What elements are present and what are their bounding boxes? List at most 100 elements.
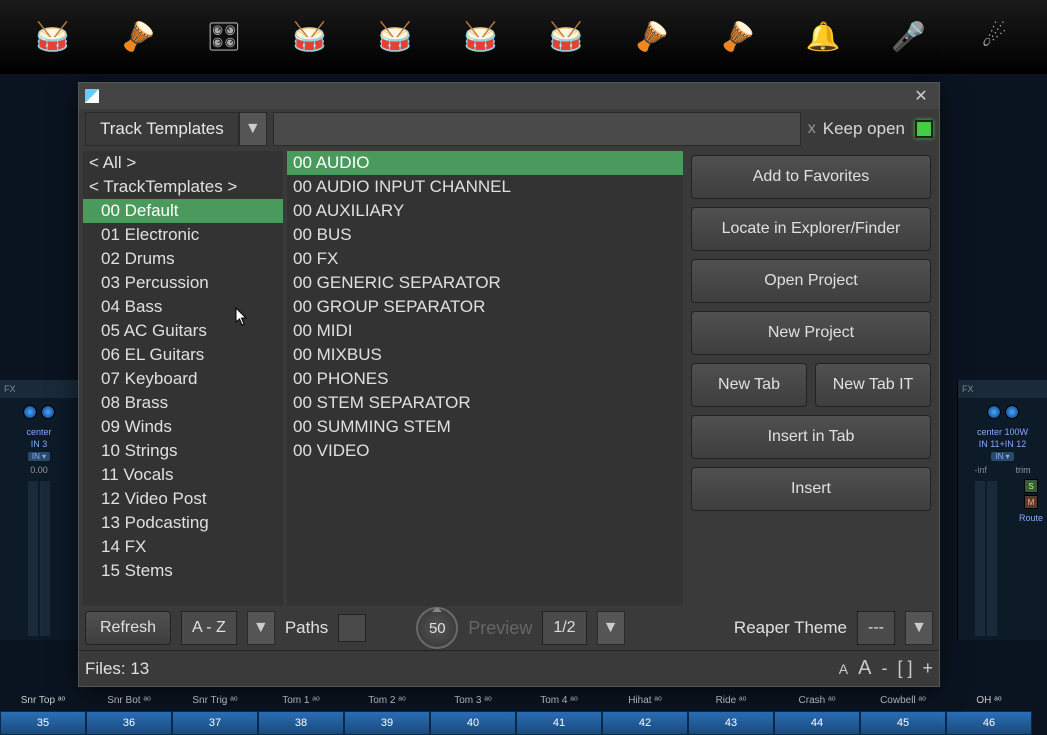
new-tab-button[interactable]: New Tab	[691, 363, 807, 407]
fader[interactable]	[28, 481, 38, 636]
template-row[interactable]: 00 MIXBUS	[287, 343, 683, 367]
instrument-4[interactable]: 🥁	[360, 12, 430, 62]
chevron-down-icon[interactable]: ▼	[247, 611, 275, 645]
instrument-9[interactable]: 🔔	[788, 12, 858, 62]
template-row[interactable]: 00 GENERIC SEPARATOR	[287, 271, 683, 295]
new-project-button[interactable]: New Project	[691, 311, 931, 355]
type-selector[interactable]: Track Templates	[85, 112, 239, 146]
track-label: Ride ᵃᵒ	[688, 695, 774, 711]
chevron-down-icon[interactable]: ▼	[597, 611, 625, 645]
track-number[interactable]: 35	[0, 711, 86, 735]
category-row[interactable]: 12 Video Post	[83, 487, 283, 511]
fraction-selector[interactable]: 1/2	[542, 611, 586, 645]
template-panel[interactable]: 00 AUDIO00 AUDIO INPUT CHANNEL00 AUXILIA…	[287, 151, 683, 606]
category-row[interactable]: 11 Vocals	[83, 463, 283, 487]
font-small-button[interactable]: A	[839, 661, 848, 677]
track-number[interactable]: 36	[86, 711, 172, 735]
dialog-titlebar[interactable]: ✕	[79, 83, 939, 109]
mute-button[interactable]: M	[1024, 495, 1038, 509]
fader[interactable]	[975, 481, 985, 636]
gain-knob[interactable]	[41, 405, 55, 419]
category-row[interactable]: 09 Winds	[83, 415, 283, 439]
template-row[interactable]: 00 AUDIO	[287, 151, 683, 175]
insert-button[interactable]: Insert	[691, 467, 931, 511]
fx-label[interactable]: FX	[0, 380, 78, 398]
category-row[interactable]: 02 Drums	[83, 247, 283, 271]
chevron-down-icon[interactable]: ▼	[239, 112, 267, 146]
instrument-10[interactable]: 🎤	[874, 12, 944, 62]
track-number[interactable]: 40	[430, 711, 516, 735]
pan-knob[interactable]	[23, 405, 37, 419]
template-row[interactable]: 00 BUS	[287, 223, 683, 247]
category-row[interactable]: < All >	[83, 151, 283, 175]
keep-open-toggle[interactable]: Keep open	[823, 119, 933, 139]
open-project-button[interactable]: Open Project	[691, 259, 931, 303]
add-favorites-button[interactable]: Add to Favorites	[691, 155, 931, 199]
category-row[interactable]: 14 FX	[83, 535, 283, 559]
chevron-down-icon[interactable]: ▼	[905, 611, 933, 645]
paths-checkbox[interactable]	[338, 614, 366, 642]
track-number[interactable]: 44	[774, 711, 860, 735]
input-selector[interactable]: IN ▾	[28, 452, 50, 461]
template-row[interactable]: 00 VIDEO	[287, 439, 683, 463]
category-row[interactable]: 13 Podcasting	[83, 511, 283, 535]
track-number[interactable]: 41	[516, 711, 602, 735]
template-row[interactable]: 00 PHONES	[287, 367, 683, 391]
instrument-5[interactable]: 🥁	[446, 12, 516, 62]
category-row[interactable]: 05 AC Guitars	[83, 319, 283, 343]
locate-button[interactable]: Locate in Explorer/Finder	[691, 207, 931, 251]
search-input[interactable]	[273, 112, 801, 146]
template-row[interactable]: 00 FX	[287, 247, 683, 271]
category-row[interactable]: < TrackTemplates >	[83, 175, 283, 199]
instrument-7[interactable]: 🪘	[617, 12, 687, 62]
category-row[interactable]: 01 Electronic	[83, 223, 283, 247]
category-panel[interactable]: < All >< TrackTemplates >00 Default01 El…	[83, 151, 283, 606]
template-row[interactable]: 00 SUMMING STEM	[287, 415, 683, 439]
track-number[interactable]: 38	[258, 711, 344, 735]
template-row[interactable]: 00 STEM SEPARATOR	[287, 391, 683, 415]
track-number[interactable]: 39	[344, 711, 430, 735]
category-row[interactable]: 08 Brass	[83, 391, 283, 415]
track-number[interactable]: 43	[688, 711, 774, 735]
instrument-0[interactable]: 🥁	[18, 12, 88, 62]
sort-selector[interactable]: A - Z	[181, 611, 237, 645]
track-number[interactable]: 37	[172, 711, 258, 735]
category-row[interactable]: 03 Percussion	[83, 271, 283, 295]
zoom-out-button[interactable]: -	[881, 658, 887, 679]
category-row[interactable]: 06 EL Guitars	[83, 343, 283, 367]
track-number[interactable]: 42	[602, 711, 688, 735]
template-row[interactable]: 00 GROUP SEPARATOR	[287, 295, 683, 319]
instrument-3[interactable]: 🥁	[275, 12, 345, 62]
brackets-button[interactable]: [ ]	[897, 658, 912, 679]
zoom-in-button[interactable]: +	[922, 658, 933, 679]
category-row[interactable]: 15 Stems	[83, 559, 283, 583]
template-row[interactable]: 00 AUDIO INPUT CHANNEL	[287, 175, 683, 199]
solo-button[interactable]: S	[1024, 479, 1038, 493]
instrument-11[interactable]: ☄	[959, 12, 1029, 62]
instrument-1[interactable]: 🪘	[103, 12, 173, 62]
theme-selector[interactable]: ---	[857, 611, 895, 645]
instrument-2[interactable]: 🎛	[189, 12, 259, 62]
new-tab-it-button[interactable]: New Tab IT	[815, 363, 931, 407]
category-row[interactable]: 07 Keyboard	[83, 367, 283, 391]
route-button[interactable]: Route	[1017, 511, 1045, 525]
count-spinner[interactable]: 50	[416, 607, 458, 649]
pan-knob[interactable]	[987, 405, 1001, 419]
category-row[interactable]: 00 Default	[83, 199, 283, 223]
close-button[interactable]: ✕	[909, 86, 933, 106]
refresh-button[interactable]: Refresh	[85, 611, 171, 645]
track-number[interactable]: 46	[946, 711, 1032, 735]
insert-in-tab-button[interactable]: Insert in Tab	[691, 415, 931, 459]
instrument-8[interactable]: 🪘	[702, 12, 772, 62]
input-selector[interactable]: IN ▾	[991, 452, 1013, 461]
instrument-6[interactable]: 🥁	[531, 12, 601, 62]
font-large-button[interactable]: A	[858, 657, 871, 680]
category-row[interactable]: 10 Strings	[83, 439, 283, 463]
gain-knob[interactable]	[1005, 405, 1019, 419]
template-row[interactable]: 00 AUXILIARY	[287, 199, 683, 223]
template-row[interactable]: 00 MIDI	[287, 319, 683, 343]
category-row[interactable]: 04 Bass	[83, 295, 283, 319]
fx-label[interactable]: FX	[958, 380, 1047, 398]
clear-search-button[interactable]: x	[801, 120, 823, 138]
track-number[interactable]: 45	[860, 711, 946, 735]
